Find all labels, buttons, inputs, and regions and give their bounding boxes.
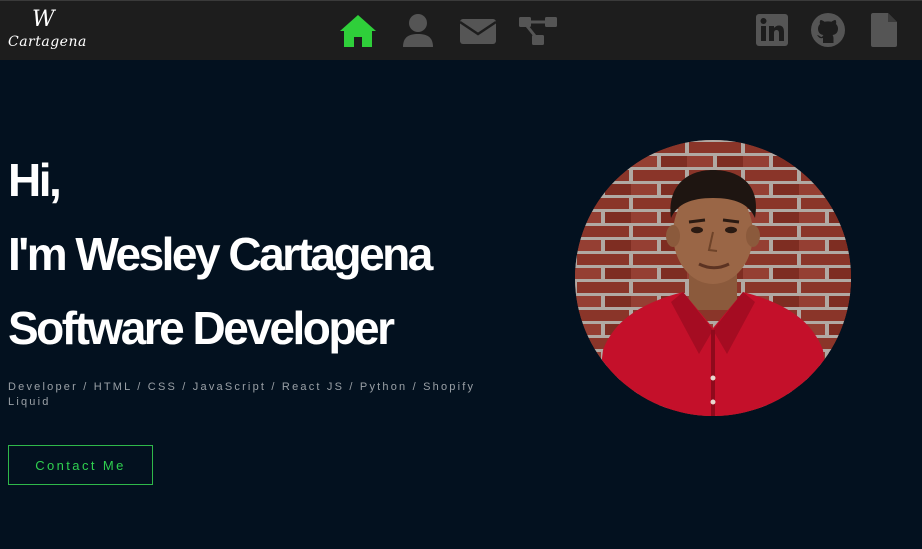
github-link[interactable] bbox=[808, 10, 848, 50]
profile-photo-illustration bbox=[575, 140, 851, 416]
nav-about-button[interactable] bbox=[397, 11, 439, 51]
envelope-icon bbox=[459, 19, 497, 44]
nav-projects-button[interactable] bbox=[517, 11, 559, 51]
logo-name: Cartagena bbox=[8, 34, 87, 50]
hero-heading: Hi, I'm Wesley Cartagena Software Develo… bbox=[8, 143, 508, 365]
role-text: Software Developer bbox=[8, 302, 395, 354]
nav-home-button[interactable] bbox=[337, 11, 379, 51]
linkedin-icon bbox=[756, 14, 788, 46]
social-links bbox=[752, 10, 904, 50]
greeting-text: Hi, bbox=[8, 154, 62, 206]
project-diagram-icon bbox=[519, 17, 557, 45]
page: W Cartagena Hi, I'm Wesley Cartagena Sof… bbox=[0, 0, 922, 549]
main-nav bbox=[337, 11, 559, 51]
user-icon bbox=[403, 14, 433, 47]
skills-list: Developer / HTML / CSS / JavaScript / Re… bbox=[8, 381, 476, 408]
intro-text: I'm Wesley Cartagena bbox=[8, 228, 433, 280]
nav-contact-button[interactable] bbox=[457, 11, 499, 51]
resume-file-icon bbox=[871, 13, 897, 47]
linkedin-link[interactable] bbox=[752, 10, 792, 50]
logo-mark: W bbox=[32, 7, 55, 32]
logo[interactable]: W Cartagena bbox=[8, 7, 88, 53]
github-icon bbox=[811, 13, 845, 47]
navbar: W Cartagena bbox=[0, 0, 922, 60]
home-icon bbox=[340, 15, 376, 47]
profile-photo bbox=[575, 140, 851, 416]
contact-me-button[interactable]: Contact Me bbox=[8, 445, 153, 485]
resume-link[interactable] bbox=[864, 10, 904, 50]
